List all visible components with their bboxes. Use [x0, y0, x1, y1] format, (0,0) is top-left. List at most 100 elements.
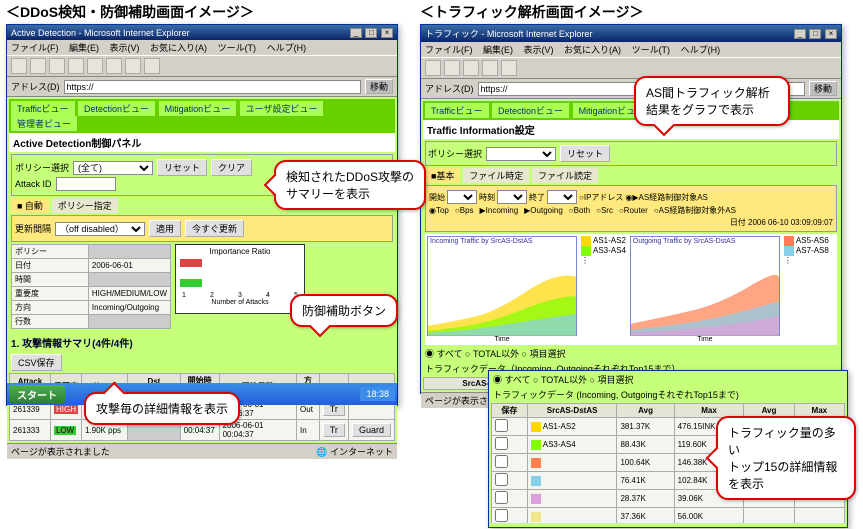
menu-file[interactable]: ファイル(F): [11, 43, 59, 53]
history-button[interactable]: [144, 58, 160, 74]
search-button[interactable]: [106, 58, 122, 74]
tab-file1[interactable]: ファイル時定: [463, 168, 529, 183]
guard-button[interactable]: Guard: [352, 423, 391, 437]
start-button[interactable]: スタート: [9, 385, 65, 404]
menu-view[interactable]: 表示(V): [524, 45, 554, 55]
close-button[interactable]: ×: [825, 29, 837, 39]
outgoing-chart: Outgoing Traffic by SrcAS-DstAS Time: [630, 236, 780, 343]
bar-high: [180, 259, 202, 267]
legend-incoming: AS1-AS2 AS3-AS4 ⋮: [581, 236, 626, 343]
reset-button[interactable]: リセット: [157, 159, 207, 176]
address-label: アドレス(D): [11, 80, 60, 93]
footer-radio[interactable]: ◉ すべて ○ TOTAL以外 ○ 項目選択: [425, 347, 837, 360]
tab-traffic[interactable]: Trafficビュー: [425, 103, 489, 118]
menu-view[interactable]: 表示(V): [110, 43, 140, 53]
interval-panel: 更新間隔 （off disabled） 適用 今すぐ更新: [11, 215, 393, 242]
tab-row: ■基本 ファイル時定 ファイル読定: [425, 168, 837, 183]
interval-select[interactable]: （off disabled）: [55, 222, 145, 236]
legend-outgoing: AS5-AS6 AS7-AS8 ⋮: [784, 236, 829, 343]
menu-tools[interactable]: ツール(T): [218, 43, 257, 53]
tab-admin[interactable]: 管理者ビュー: [11, 116, 77, 131]
menu-help[interactable]: ヘルプ(H): [681, 45, 721, 55]
window-title: トラフィック - Microsoft Internet Explorer: [425, 27, 592, 40]
importance-chart: Importance Ratio 12345 Number of Attacks: [175, 244, 305, 314]
home-button[interactable]: [87, 58, 103, 74]
menu-help[interactable]: ヘルプ(H): [267, 43, 307, 53]
left-browser-window: Active Detection - Microsoft Internet Ex…: [6, 24, 398, 406]
policy-label: ポリシー選択: [15, 161, 69, 174]
minimize-button[interactable]: _: [794, 29, 806, 39]
tab-file2[interactable]: ファイル読定: [532, 168, 598, 183]
menu-tools[interactable]: ツール(T): [632, 45, 671, 55]
back-button[interactable]: [425, 60, 441, 76]
start-h[interactable]: [447, 190, 477, 204]
forward-button[interactable]: [444, 60, 460, 76]
clear-button[interactable]: クリア: [211, 159, 252, 176]
attack-id-input[interactable]: [56, 177, 116, 191]
menu-edit[interactable]: 編集(E): [483, 45, 513, 55]
row-checkbox[interactable]: [495, 455, 508, 468]
row-checkbox[interactable]: [495, 419, 508, 432]
callout-guard: 防御補助ボタン: [290, 294, 398, 327]
tab-traffic[interactable]: Trafficビュー: [11, 101, 75, 116]
menu-fav[interactable]: お気に入り(A): [150, 43, 207, 53]
window-title: Active Detection - Microsoft Internet Ex…: [11, 28, 190, 38]
tab-auto[interactable]: ■ 自動: [11, 198, 49, 213]
policy-select[interactable]: (全て): [73, 161, 153, 175]
tab-policy[interactable]: ポリシー指定: [52, 198, 118, 213]
favorites-button[interactable]: [125, 58, 141, 74]
panel-header: Active Detection制御パネル: [9, 133, 395, 152]
attack-id-label: Attack ID: [15, 179, 52, 189]
tab-detection[interactable]: Detectionビュー: [492, 103, 569, 118]
tr-button[interactable]: Tr: [323, 423, 345, 437]
maximize-button[interactable]: □: [809, 29, 821, 39]
start-m[interactable]: [497, 190, 527, 204]
go-button[interactable]: 移動: [365, 79, 393, 94]
back-button[interactable]: [11, 58, 27, 74]
tab-mitigation[interactable]: Mitigationビュー: [159, 101, 237, 116]
charts-row: Incoming Traffic by SrcAS-DstAS Time AS1…: [425, 234, 837, 345]
policy-select[interactable]: [486, 147, 556, 161]
stop-button[interactable]: [463, 60, 479, 76]
table-row[interactable]: 37.36K56.00K: [492, 508, 845, 524]
status-text: ページが表示されました: [11, 445, 110, 458]
forward-button[interactable]: [30, 58, 46, 74]
stop-button[interactable]: [49, 58, 65, 74]
maximize-button[interactable]: □: [365, 28, 377, 38]
chart-xlabel: Number of Attacks: [178, 299, 302, 306]
refresh-button[interactable]: [482, 60, 498, 76]
minimize-button[interactable]: _: [350, 28, 362, 38]
callout-summary: 検知されたDDoS攻撃の サマリーを表示: [274, 160, 426, 210]
row-checkbox[interactable]: [495, 491, 508, 504]
end-h[interactable]: [547, 190, 577, 204]
tab-basic[interactable]: ■基本: [425, 168, 460, 183]
summary-table: ポリシー 日付2006-06-01 時間 重要度HIGH/MEDIUM/LOW …: [11, 244, 171, 329]
tab-user[interactable]: ユーザ設定ビュー: [240, 101, 324, 116]
window-controls: _ □ ×: [349, 27, 393, 38]
menubar: ファイル(F) 編集(E) 表示(V) お気に入り(A) ツール(T) ヘルプ(…: [7, 40, 397, 55]
apply-button[interactable]: 適用: [149, 220, 181, 237]
attack-list-header: 1. 攻撃情報サマリ(4件/4件): [11, 335, 393, 350]
detail-header: トラフィックデータ (Incoming, OutgoingそれぞれTop15まで…: [489, 388, 847, 401]
row-checkbox[interactable]: [495, 509, 508, 522]
zone-text: 🌐 インターネット: [316, 445, 393, 458]
tab-detection[interactable]: Detectionビュー: [78, 101, 155, 116]
go-button[interactable]: 移動: [809, 81, 837, 96]
menu-fav[interactable]: お気に入り(A): [564, 45, 621, 55]
left-section-title: ＜DDoS検知・防御補助画面イメージ＞: [6, 2, 254, 22]
address-label: アドレス(D): [425, 82, 474, 95]
address-input[interactable]: [64, 80, 361, 94]
close-button[interactable]: ×: [381, 28, 393, 38]
home-button[interactable]: [501, 60, 517, 76]
date-label: 日付 2006 06-10 03:09:09:07: [429, 217, 833, 228]
row-checkbox[interactable]: [495, 437, 508, 450]
row-checkbox[interactable]: [495, 473, 508, 486]
menu-edit[interactable]: 編集(E): [69, 43, 99, 53]
menu-file[interactable]: ファイル(F): [425, 45, 473, 55]
now-button[interactable]: 今すぐ更新: [185, 220, 244, 237]
csv-button[interactable]: CSV保存: [11, 354, 62, 371]
reset-button[interactable]: リセット: [560, 145, 610, 162]
detail-radio[interactable]: ◉ すべて ○ TOTAL以外 ○ 項目選択: [489, 371, 847, 388]
refresh-button[interactable]: [68, 58, 84, 74]
nav-tabs: Trafficビュー Detectionビュー Mitigationビュー ユー…: [9, 99, 395, 133]
